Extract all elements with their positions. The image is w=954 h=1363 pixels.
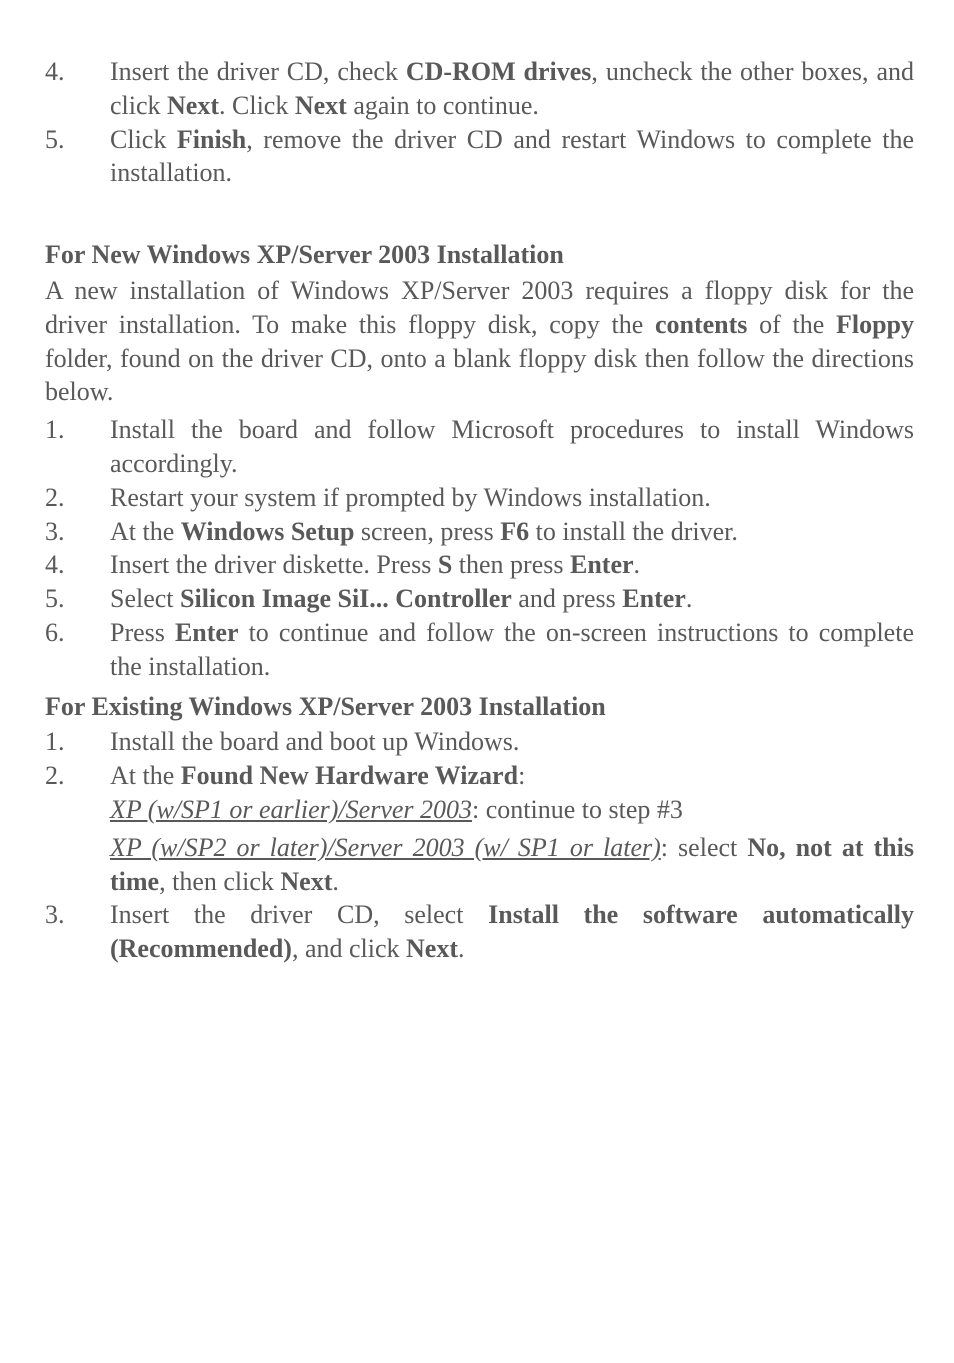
text-run: . <box>634 550 641 579</box>
text-run: Insert the driver diskette. Press <box>110 550 438 579</box>
text-run: . <box>332 867 339 896</box>
list-item-number: 2. <box>45 759 110 793</box>
list-item: 5.Select Silicon Image SiI... Controller… <box>45 582 914 616</box>
text-run: Click <box>110 125 177 154</box>
text-run: Enter <box>622 584 686 613</box>
text-run: screen, press <box>354 517 500 546</box>
list-subitem-spacer <box>45 793 110 827</box>
text-run: Silicon Image SiI... Controller <box>180 584 512 613</box>
text-run: F6 <box>500 517 529 546</box>
list-item: 6.Press Enter to continue and follow the… <box>45 616 914 684</box>
text-run: Next <box>280 867 332 896</box>
text-run: Found New Hardware Wizard <box>181 761 518 790</box>
text-run: At the <box>110 517 181 546</box>
text-run: Insert the driver CD, check <box>110 57 406 86</box>
text-run: contents <box>655 310 747 339</box>
text-run: : <box>518 761 525 790</box>
list-item: 1.Install the board and follow Microsoft… <box>45 413 914 481</box>
text-run: Next <box>406 934 458 963</box>
text-run: Select <box>110 584 180 613</box>
list-item-content: Select Silicon Image SiI... Controller a… <box>110 582 914 616</box>
text-run: Enter <box>175 618 239 647</box>
text-run: . <box>458 934 465 963</box>
text-run: Enter <box>570 550 634 579</box>
list-item-content: Restart your system if prompted by Windo… <box>110 481 914 515</box>
text-run: Insert the driver CD, select <box>110 900 488 929</box>
list-item-number: 6. <box>45 616 110 684</box>
list-subitem: XP (w/SP2 or later)/Server 2003 (w/ SP1 … <box>45 831 914 899</box>
list-item: 3.Insert the driver CD, select Install t… <box>45 898 914 966</box>
text-run: Restart your system if prompted by Windo… <box>110 483 711 512</box>
text-run: again to continue. <box>347 91 539 120</box>
text-run: , and click <box>292 934 406 963</box>
list-item-number: 5. <box>45 123 110 191</box>
list-top: 4.Insert the driver CD, check CD-ROM dri… <box>45 55 914 190</box>
text-run: Press <box>110 618 175 647</box>
heading-existing-install: For Existing Windows XP/Server 2003 Inst… <box>45 690 914 724</box>
list-item-content: Insert the driver diskette. Press S then… <box>110 548 914 582</box>
text-run: Next <box>167 91 219 120</box>
text-run: Floppy <box>836 310 914 339</box>
list-subitem-content: XP (w/SP2 or later)/Server 2003 (w/ SP1 … <box>110 831 914 899</box>
text-run: then press <box>452 550 570 579</box>
text-run: S <box>438 550 452 579</box>
text-run: and press <box>512 584 622 613</box>
list-item-number: 1. <box>45 413 110 481</box>
list-item-content: At the Windows Setup screen, press F6 to… <box>110 515 914 549</box>
list-item-content: Install the board and follow Microsoft p… <box>110 413 914 481</box>
list-item-number: 4. <box>45 55 110 123</box>
intro-paragraph: A new installation of Windows XP/Server … <box>45 274 914 409</box>
list-existing-install: 1.Install the board and boot up Windows.… <box>45 725 914 966</box>
text-run: At the <box>110 761 181 790</box>
list-item-number: 3. <box>45 515 110 549</box>
text-run: XP (w/SP1 or earlier)/Server 2003 <box>110 795 472 824</box>
list-item-content: Insert the driver CD, select Install the… <box>110 898 914 966</box>
text-run: Windows Setup <box>181 517 355 546</box>
list-item: 1.Install the board and boot up Windows. <box>45 725 914 759</box>
list-subitem: XP (w/SP1 or earlier)/Server 2003: conti… <box>45 793 914 827</box>
text-run: Install the board and boot up Windows. <box>110 727 519 756</box>
list-item-content: Click Finish, remove the driver CD and r… <box>110 123 914 191</box>
text-run: : select <box>661 833 748 862</box>
list-item: 4.Insert the driver CD, check CD-ROM dri… <box>45 55 914 123</box>
list-item: 2.Restart your system if prompted by Win… <box>45 481 914 515</box>
list-item-content: Install the board and boot up Windows. <box>110 725 914 759</box>
list-item-content: Press Enter to continue and follow the o… <box>110 616 914 684</box>
text-run: Finish <box>177 125 246 154</box>
text-run: to install the driver. <box>529 517 738 546</box>
list-item: 3.At the Windows Setup screen, press F6 … <box>45 515 914 549</box>
list-item-content: Insert the driver CD, check CD-ROM drive… <box>110 55 914 123</box>
text-run: . <box>686 584 693 613</box>
text-run: of the <box>747 310 836 339</box>
list-item-number: 5. <box>45 582 110 616</box>
list-item-number: 2. <box>45 481 110 515</box>
text-run: folder, found on the driver CD, onto a b… <box>45 344 914 407</box>
list-subitem-spacer <box>45 831 110 899</box>
list-subitem-content: XP (w/SP1 or earlier)/Server 2003: conti… <box>110 793 914 827</box>
text-run: CD-ROM drives <box>406 57 592 86</box>
text-run: , then click <box>159 867 280 896</box>
text-run: XP (w/SP2 or later)/Server 2003 (w/ SP1 … <box>110 833 661 862</box>
text-run: Install the board and follow Microsoft p… <box>110 415 914 478</box>
text-run: Next <box>295 91 347 120</box>
list-item-number: 4. <box>45 548 110 582</box>
list-item: 5.Click Finish, remove the driver CD and… <box>45 123 914 191</box>
list-item-number: 1. <box>45 725 110 759</box>
list-item: 2.At the Found New Hardware Wizard: <box>45 759 914 793</box>
text-run: : continue to step #3 <box>472 795 683 824</box>
list-item-number: 3. <box>45 898 110 966</box>
text-run: . Click <box>219 91 295 120</box>
heading-new-install: For New Windows XP/Server 2003 Installat… <box>45 238 914 272</box>
list-item-content: At the Found New Hardware Wizard: <box>110 759 914 793</box>
list-item: 4.Insert the driver diskette. Press S th… <box>45 548 914 582</box>
list-new-install: 1.Install the board and follow Microsoft… <box>45 413 914 683</box>
